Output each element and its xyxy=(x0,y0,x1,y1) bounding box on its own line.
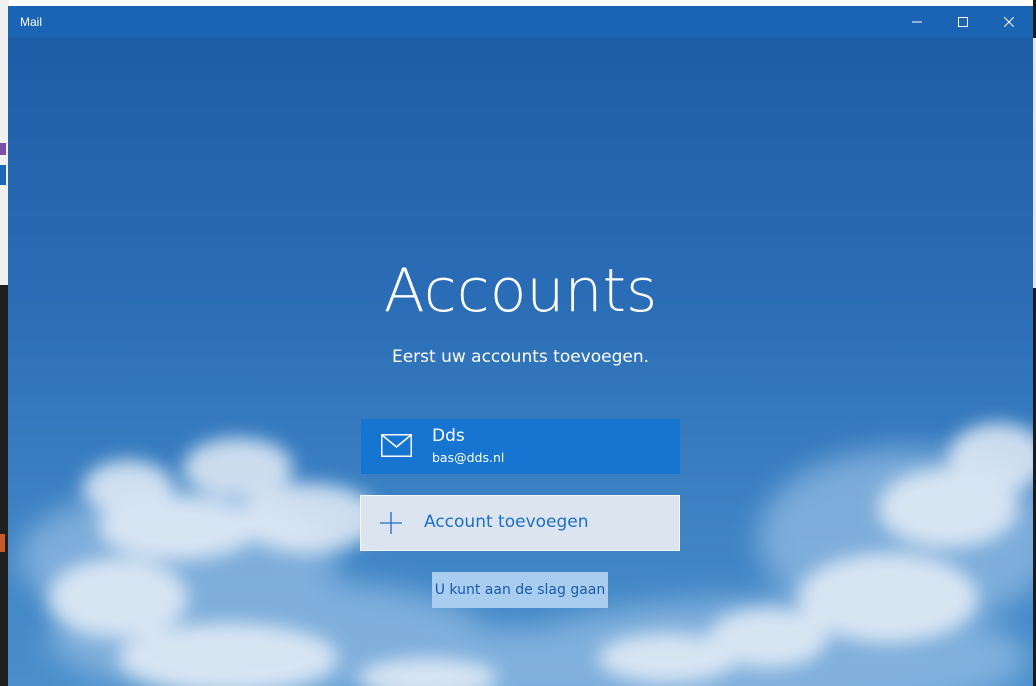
get-started-button[interactable]: U kunt aan de slag gaan xyxy=(432,572,608,608)
window-title: Mail xyxy=(20,15,43,29)
minimize-button[interactable] xyxy=(894,6,940,38)
desktop-fragment-blue xyxy=(0,165,6,185)
title-bar[interactable]: Mail xyxy=(8,6,1033,38)
maximize-button[interactable] xyxy=(940,6,986,38)
desktop-fragment-purple xyxy=(0,143,6,155)
plus-icon xyxy=(380,512,402,534)
mail-icon xyxy=(381,434,412,457)
add-account-label: Account toevoegen xyxy=(424,512,589,532)
account-name: Dds xyxy=(432,426,465,446)
account-item-dds[interactable]: Dds bas@dds.nl xyxy=(361,419,680,474)
desktop-fragment-orange xyxy=(0,534,5,552)
page-title: Accounts xyxy=(383,256,658,326)
page-subtitle: Eerst uw accounts toevoegen. xyxy=(391,347,650,367)
minimize-icon xyxy=(912,21,922,23)
maximize-icon xyxy=(958,17,968,27)
mail-window: Mail Accounts Eerst uw accounts toevoege… xyxy=(8,6,1033,686)
add-account-button[interactable]: Account toevoegen xyxy=(360,495,680,551)
close-button[interactable] xyxy=(986,6,1032,38)
account-email: bas@dds.nl xyxy=(432,450,505,465)
accounts-page: Accounts Eerst uw accounts toevoegen. Dd… xyxy=(8,38,1033,686)
close-icon xyxy=(1004,17,1014,27)
